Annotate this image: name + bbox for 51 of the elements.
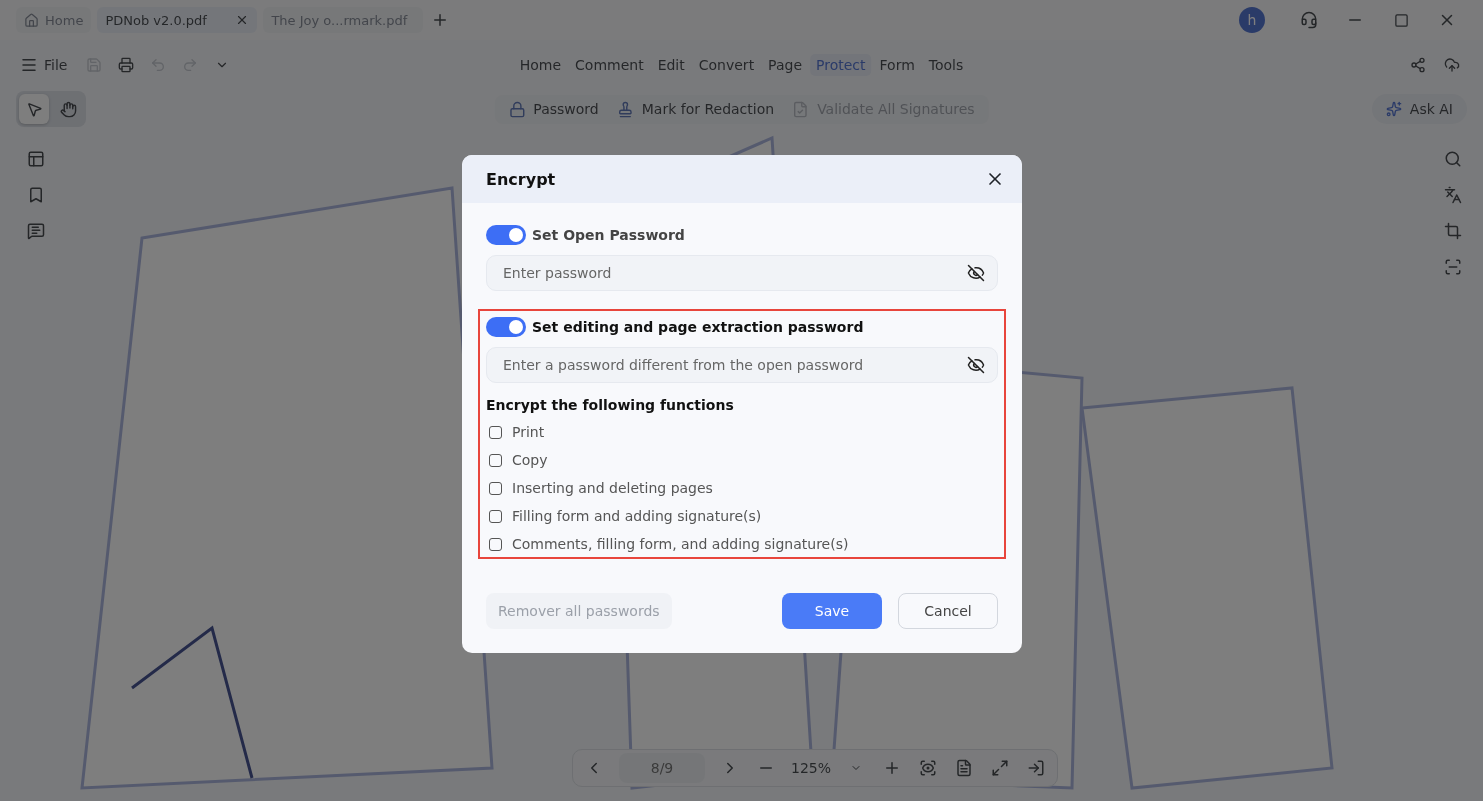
user-avatar[interactable]: h xyxy=(1239,7,1265,33)
ribbon-button[interactable]: Mark for Redaction xyxy=(610,98,781,120)
tab[interactable]: PDNob v2.0.pdf xyxy=(97,7,258,33)
menu-tab[interactable]: Form xyxy=(873,54,921,76)
signature-icon xyxy=(792,100,810,118)
password-field[interactable]: Enter password xyxy=(501,264,967,282)
menu-tab[interactable]: Home xyxy=(513,54,568,76)
checkbox-option[interactable]: Copy xyxy=(486,451,998,469)
password-field-frame[interactable]: Enter password xyxy=(486,255,998,291)
file-menu-button[interactable]: File xyxy=(20,56,68,74)
hand-icon xyxy=(59,100,77,118)
checkbox-option[interactable]: Comments, filling form, and adding signature(s) xyxy=(486,535,998,553)
menu-tab[interactable]: Comment xyxy=(569,54,650,76)
eye-off-icon[interactable] xyxy=(967,264,985,282)
home-icon xyxy=(24,12,39,28)
dialog-title: Encrypt xyxy=(486,169,556,189)
cancel-button[interactable]: Cancel xyxy=(898,593,998,629)
menu-tab[interactable]: Convert xyxy=(692,54,761,76)
pointer-tool-button[interactable] xyxy=(19,94,49,124)
menu-tab[interactable]: Tools xyxy=(922,54,970,76)
checkbox[interactable] xyxy=(489,481,502,495)
lock-icon xyxy=(508,100,526,118)
toggle-switch[interactable] xyxy=(486,317,526,337)
toggle-label: Set Open Password xyxy=(532,227,685,243)
toggle-switch[interactable] xyxy=(486,225,526,245)
translate-icon[interactable] xyxy=(1442,184,1464,206)
zoom-level[interactable]: 125% xyxy=(791,760,832,776)
save-button[interactable]: Save xyxy=(782,593,882,629)
eye-off-icon[interactable] xyxy=(967,356,985,374)
checkbox-option[interactable]: Inserting and deleting pages xyxy=(486,479,998,497)
ask-ai-button[interactable]: Ask AI xyxy=(1371,94,1467,124)
sparkle-icon xyxy=(1385,101,1402,117)
toggle-label: Set editing and page extraction password xyxy=(532,319,864,335)
menu-tab[interactable]: Edit xyxy=(651,54,691,76)
menu-icon xyxy=(20,56,38,74)
ribbon-button[interactable]: Password xyxy=(502,98,605,120)
checkbox[interactable] xyxy=(489,537,502,551)
checkbox[interactable] xyxy=(489,425,502,439)
section-heading: Encrypt the following functions xyxy=(486,397,735,413)
checkbox[interactable] xyxy=(489,453,502,467)
checkbox[interactable] xyxy=(489,509,502,523)
redact-icon xyxy=(616,100,634,118)
pointer-icon xyxy=(25,100,43,118)
checkbox-option[interactable]: Filling form and adding signature(s) xyxy=(486,507,998,525)
password-field-frame[interactable]: Enter a password different from the open password xyxy=(486,347,998,383)
crop-icon[interactable] xyxy=(1442,220,1464,242)
menu-tab[interactable]: Protect xyxy=(810,54,872,76)
checkbox-option[interactable]: Print xyxy=(486,423,998,441)
password-field[interactable]: Enter a password different from the open password xyxy=(501,356,967,374)
menu-tab[interactable]: Page xyxy=(762,54,808,76)
page-number-field[interactable]: 8/9 xyxy=(619,753,705,783)
